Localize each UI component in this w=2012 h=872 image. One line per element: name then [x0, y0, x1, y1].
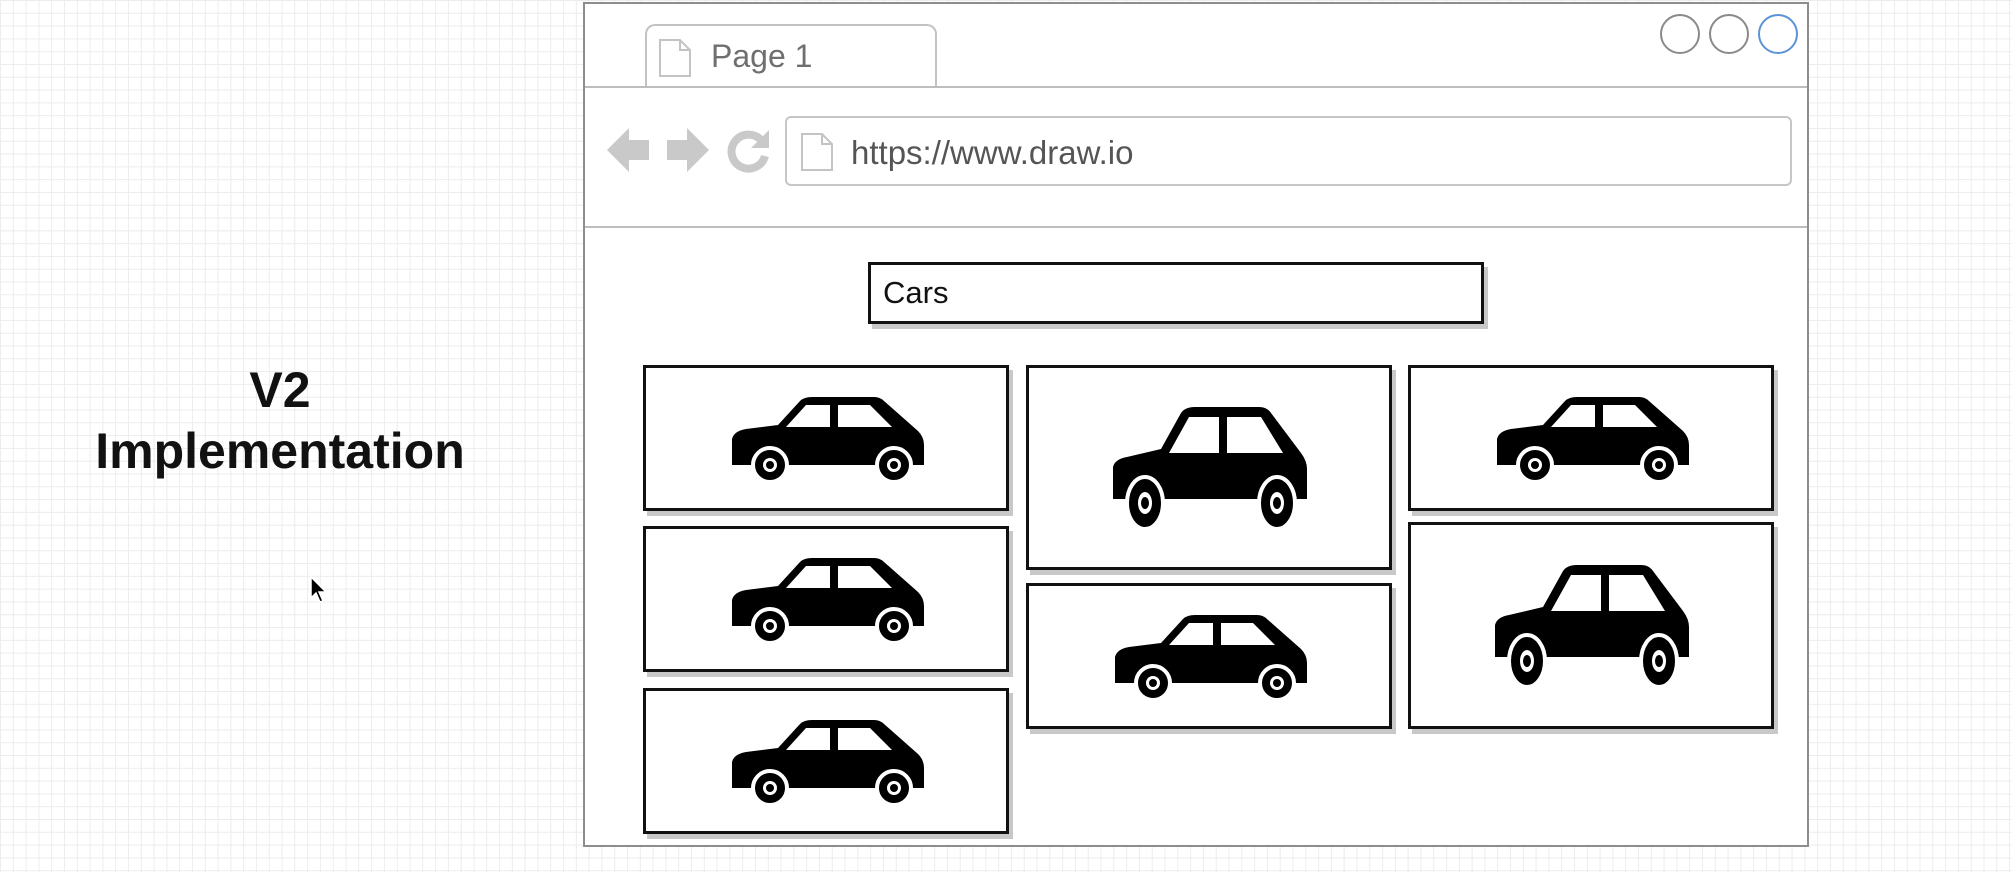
car-card[interactable]: [643, 526, 1009, 672]
reload-icon[interactable]: [725, 126, 771, 174]
browser-tab[interactable]: Page 1: [645, 24, 937, 86]
maximize-button[interactable]: [1709, 14, 1749, 54]
car-icon: [1491, 393, 1691, 483]
diagram-heading: V2 Implementation: [60, 360, 500, 482]
car-card[interactable]: [643, 365, 1009, 511]
car-icon: [726, 554, 926, 644]
url-text: https://www.draw.io: [851, 134, 1134, 171]
back-arrow-icon[interactable]: [605, 126, 651, 174]
page-icon: [659, 39, 691, 77]
car-icon: [726, 716, 926, 806]
browser-nav-bar: https://www.draw.io: [585, 88, 1807, 228]
forward-arrow-icon[interactable]: [665, 126, 711, 174]
search-input[interactable]: Cars: [868, 262, 1484, 324]
car-icon: [726, 393, 926, 483]
car-icon: [1109, 403, 1309, 533]
car-icon: [1491, 561, 1691, 691]
minimize-button[interactable]: [1660, 14, 1700, 54]
car-card[interactable]: [1408, 522, 1774, 729]
mouse-cursor-icon: [310, 576, 328, 603]
heading-line-2: Implementation: [95, 423, 465, 479]
heading-line-1: V2: [249, 362, 311, 418]
page-icon: [801, 133, 833, 171]
car-card[interactable]: [1026, 583, 1392, 729]
car-icon: [1109, 611, 1309, 701]
browser-tab-bar: Page 1: [585, 4, 1807, 88]
address-bar[interactable]: https://www.draw.io: [785, 116, 1792, 186]
close-button[interactable]: [1758, 14, 1798, 54]
browser-window-mockup: Page 1 https://www.draw.io Cars: [583, 2, 1809, 847]
car-card[interactable]: [1026, 365, 1392, 570]
tab-label: Page 1: [711, 38, 813, 74]
search-input-value: Cars: [883, 275, 949, 310]
car-card[interactable]: [643, 688, 1009, 834]
car-card[interactable]: [1408, 365, 1774, 511]
